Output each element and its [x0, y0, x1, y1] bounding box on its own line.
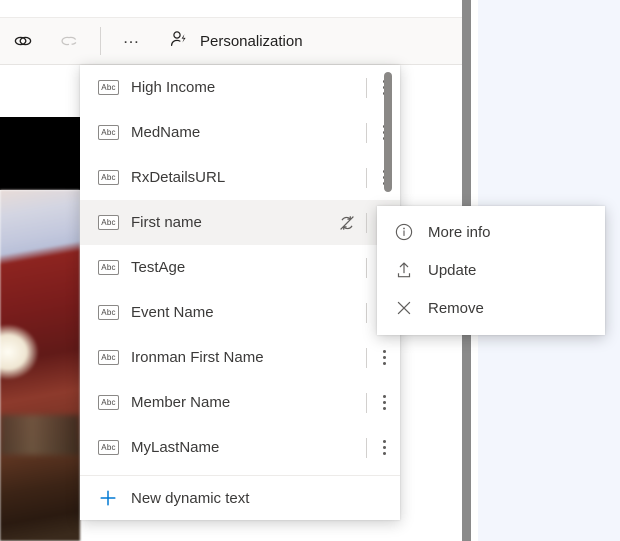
link-button[interactable] [0, 18, 46, 64]
dynamic-text-row[interactable]: Abc Event Name [80, 290, 400, 335]
app-root: … Personalization Abc High Income Abc MedNa… [0, 0, 620, 541]
row-divider [366, 303, 367, 323]
dynamic-text-list[interactable]: AbcHigh IncomeAbcMedNameAbcRxDetailsURLA… [80, 65, 400, 475]
dynamic-text-row-label: High Income [131, 79, 366, 96]
canvas-photo [0, 190, 80, 541]
row-context-menu: More info Update Remove [377, 206, 605, 335]
context-menu-item-label: More info [428, 224, 491, 241]
abc-field-type-icon: Abc [98, 260, 119, 275]
row-divider [366, 438, 367, 458]
dynamic-text-row[interactable]: Abc Ironman First Name [80, 335, 400, 380]
sync-disabled-icon [338, 214, 356, 232]
canvas-white-area [0, 65, 80, 117]
dynamic-text-row-label: Member Name [131, 394, 366, 411]
abc-field-type-icon: Abc [98, 440, 119, 455]
unlink-button[interactable] [46, 18, 92, 64]
row-divider [366, 78, 367, 98]
row-divider [366, 168, 367, 188]
plus-icon [98, 489, 118, 507]
dynamic-text-row-label: TestAge [131, 259, 366, 276]
toolbar-overflow-button[interactable]: … [109, 18, 155, 64]
personalization-button[interactable]: Personalization [155, 18, 303, 64]
dynamic-text-row[interactable]: Abc First name [80, 200, 400, 245]
row-divider [366, 348, 367, 368]
dynamic-text-row-label: Ironman First Name [131, 349, 366, 366]
dynamic-text-row-label: MyLastName [131, 439, 366, 456]
row-divider [366, 213, 367, 233]
dynamic-text-row[interactable]: Abc High Income [80, 65, 400, 110]
abc-field-type-icon: Abc [98, 350, 119, 365]
upload-icon [393, 260, 415, 280]
abc-field-type-icon: Abc [98, 395, 119, 410]
info-circle-icon [393, 222, 415, 242]
dynamic-text-row-label: Event Name [131, 304, 366, 321]
dynamic-text-row[interactable]: Abc TestAge [80, 245, 400, 290]
row-divider [366, 258, 367, 278]
toolbar-separator [100, 27, 101, 55]
abc-field-type-icon: Abc [98, 80, 119, 95]
abc-field-type-icon: Abc [98, 215, 119, 230]
dynamic-text-panel: AbcHigh IncomeAbcMedNameAbcRxDetailsURLA… [80, 65, 400, 520]
abc-field-type-icon: Abc [98, 125, 119, 140]
dynamic-text-row[interactable]: Abc Member Name [80, 380, 400, 425]
person-lightning-icon [169, 29, 189, 54]
unlink-icon [58, 30, 80, 52]
dynamic-text-row-label: MedName [131, 124, 366, 141]
context-menu-item-label: Remove [428, 300, 484, 317]
personalization-label: Personalization [200, 33, 303, 50]
row-divider [366, 393, 367, 413]
context-menu-item[interactable]: More info [377, 213, 605, 251]
dynamic-text-row-label: RxDetailsURL [131, 169, 366, 186]
dynamic-text-row[interactable]: Abc MedName [80, 110, 400, 155]
link-icon [12, 30, 34, 52]
context-menu-item[interactable]: Update [377, 251, 605, 289]
new-dynamic-text-label: New dynamic text [131, 490, 249, 507]
dynamic-text-row[interactable]: Abc RxDetailsURL [80, 155, 400, 200]
close-x-icon [393, 298, 415, 318]
context-menu-item[interactable]: Remove [377, 289, 605, 327]
abc-field-type-icon: Abc [98, 170, 119, 185]
toolbar: … Personalization [0, 18, 462, 65]
new-dynamic-text-button[interactable]: New dynamic text [80, 476, 400, 520]
row-divider [366, 123, 367, 143]
dynamic-text-row[interactable]: Abc MyLastName [80, 425, 400, 470]
dynamic-text-row-label: First name [131, 214, 338, 231]
scrollbar-thumb[interactable] [384, 72, 392, 192]
context-menu-item-label: Update [428, 262, 476, 279]
canvas-black-area [0, 117, 80, 190]
abc-field-type-icon: Abc [98, 305, 119, 320]
